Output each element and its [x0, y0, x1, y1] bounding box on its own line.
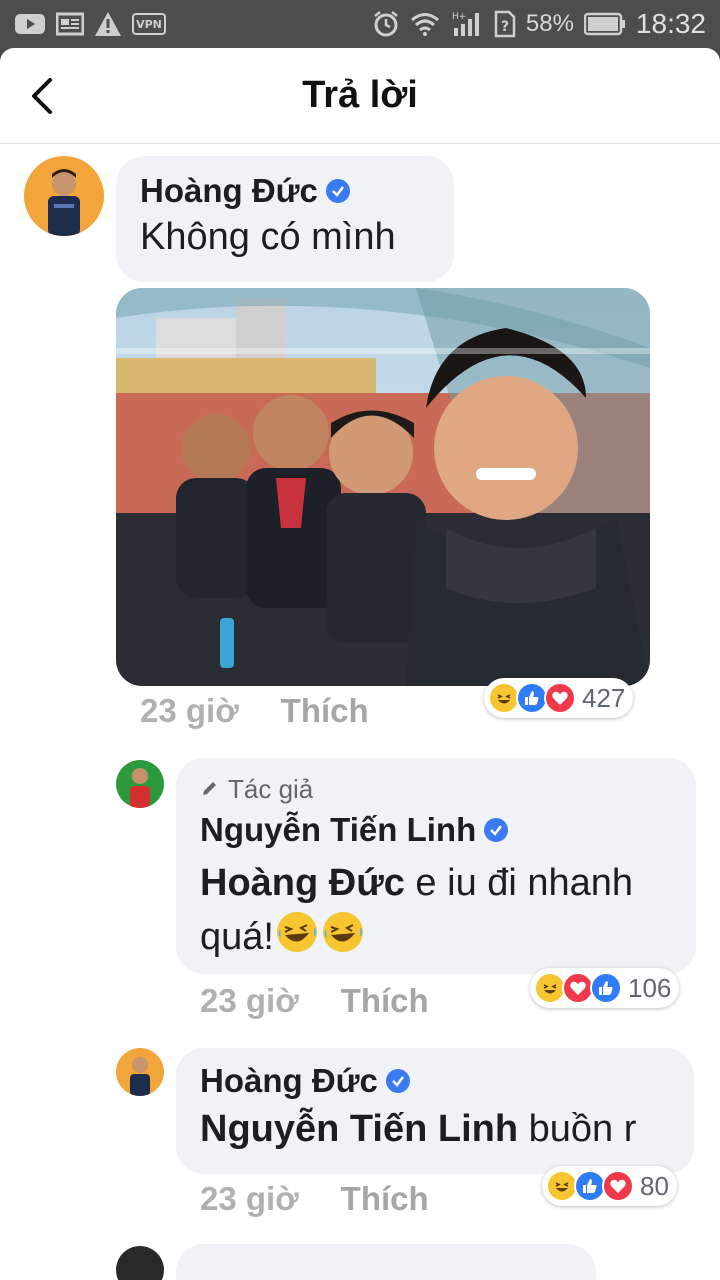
avatar[interactable]: [116, 1048, 164, 1096]
author-name[interactable]: Nguyễn Tiến Linh: [200, 811, 672, 849]
pencil-icon: [200, 774, 220, 805]
svg-text:VPN: VPN: [136, 18, 162, 31]
battery-icon: [583, 12, 626, 36]
youtube-icon: [14, 12, 46, 36]
sim-unknown-icon: ?: [494, 10, 516, 38]
laughing-emoji-icon: [320, 909, 366, 969]
vpn-icon: VPN: [132, 13, 166, 35]
back-button[interactable]: [22, 76, 62, 116]
comment-text: Nguyễn Tiến Linh buồn r: [200, 1108, 637, 1150]
verified-icon: [484, 818, 509, 842]
status-bar: VPN H+ ? 58% 18:32: [0, 0, 720, 48]
reply-bubble[interactable]: Hoàng Đức Nguyễn Tiến Linh buồn r: [176, 1048, 694, 1174]
reply-bubble[interactable]: [176, 1244, 596, 1280]
battery-percent: 58%: [525, 10, 574, 37]
reaction-count: 427: [582, 682, 626, 713]
love-reaction-icon: [544, 682, 576, 714]
header: Trả lời: [0, 48, 720, 144]
reaction-summary[interactable]: 427: [484, 678, 634, 718]
mention-link[interactable]: Hoàng Đức: [200, 862, 405, 904]
svg-text:?: ?: [501, 19, 509, 35]
comment-meta: 23 giờ Thích: [200, 982, 429, 1020]
comment-time[interactable]: 23 giờ: [200, 982, 299, 1020]
avatar[interactable]: [116, 760, 164, 808]
attached-photo[interactable]: [116, 288, 650, 686]
reaction-summary[interactable]: 106: [530, 968, 680, 1008]
chevron-left-icon: [32, 78, 52, 114]
like-button[interactable]: Thích: [341, 982, 429, 1020]
reply-bubble[interactable]: Tác giả Nguyễn Tiến Linh Hoàng Đức e iu …: [176, 758, 696, 974]
author-name[interactable]: Hoàng Đức: [140, 172, 430, 210]
wifi-icon: [410, 12, 440, 36]
comment-meta: 23 giờ Thích: [200, 1180, 429, 1218]
comment-time[interactable]: 23 giờ: [140, 692, 239, 730]
like-button[interactable]: Thích: [341, 1180, 429, 1218]
like-reaction-icon: [590, 972, 622, 1004]
comment-text: Không có mình: [140, 216, 396, 258]
reaction-summary[interactable]: 80: [542, 1166, 677, 1206]
love-reaction-icon: [602, 1170, 634, 1202]
author-tag: Tác giả: [200, 774, 672, 805]
comment-bubble[interactable]: Hoàng Đức Không có mình: [116, 156, 454, 282]
svg-text:H+: H+: [452, 12, 466, 22]
comment-meta: 23 giờ Thích: [140, 692, 369, 730]
comment-time[interactable]: 23 giờ: [200, 1180, 299, 1218]
reaction-count: 80: [640, 1170, 669, 1201]
like-button[interactable]: Thích: [281, 692, 369, 730]
warning-icon: [94, 11, 122, 37]
author-name[interactable]: Hoàng Đức: [200, 1062, 670, 1100]
verified-icon: [385, 1069, 410, 1093]
mention-link[interactable]: Nguyễn Tiến Linh: [200, 1108, 518, 1150]
avatar[interactable]: [116, 1246, 164, 1280]
verified-icon: [325, 179, 350, 203]
clock: 18:32: [635, 8, 706, 39]
replies-sheet: Trả lời Hoàng Đức Không có mình 23 giờ T…: [0, 48, 720, 1280]
comment-text: Hoàng Đức e iu đi nhanh quá!: [200, 857, 672, 969]
page-title: Trả lời: [302, 74, 418, 116]
avatar[interactable]: [24, 156, 104, 236]
reaction-count: 106: [628, 972, 672, 1003]
alarm-icon: [372, 10, 400, 38]
news-icon: [56, 12, 84, 36]
signal-icon: H+: [450, 10, 484, 38]
laughing-emoji-icon: [274, 909, 320, 969]
